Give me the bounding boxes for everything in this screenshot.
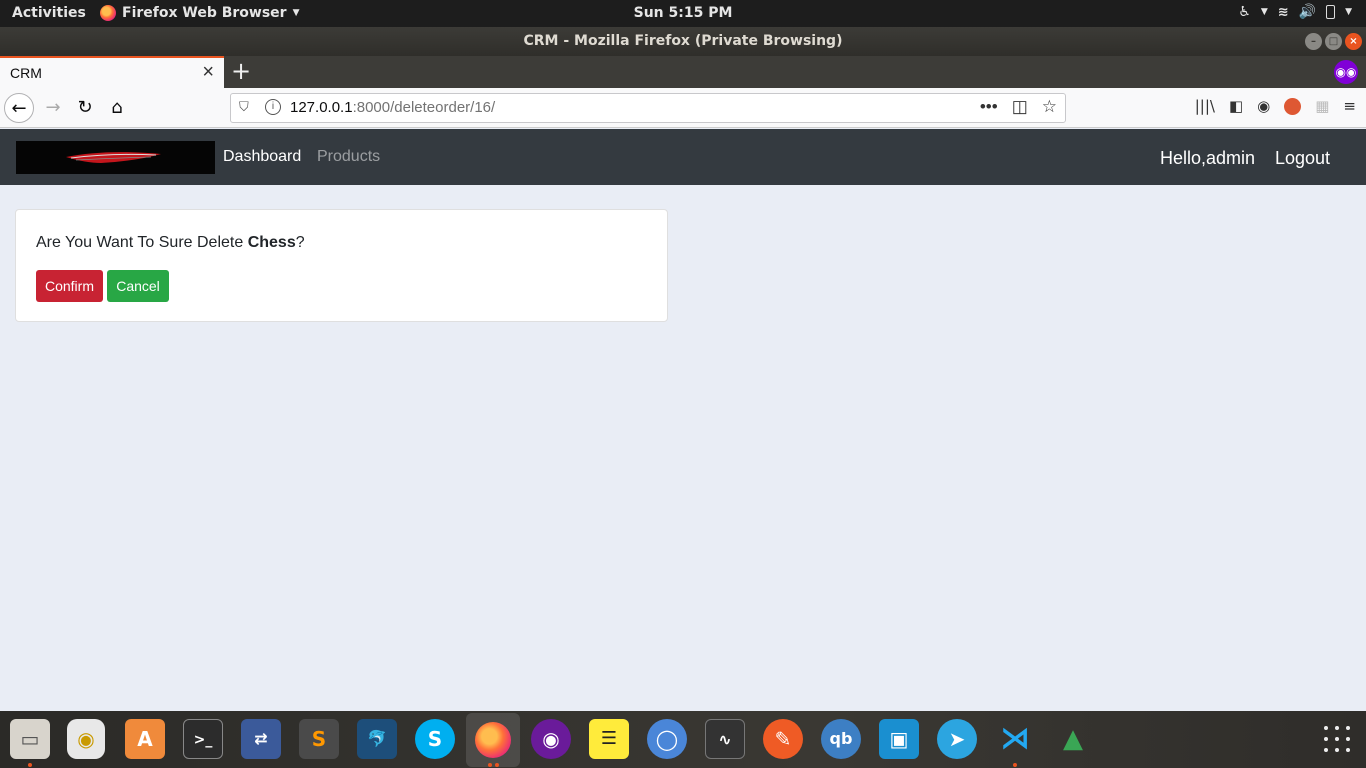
confirm-message: Are You Want To Sure Delete Chess? <box>36 234 305 252</box>
url-host: 127.0.0.1 <box>290 99 353 116</box>
system-tray[interactable]: ♿ ▼ ≋ 🔊 ▼ <box>1238 4 1352 20</box>
extension-icon[interactable]: ▦ <box>1315 97 1329 115</box>
system-top-bar: Activities Firefox Web Browser ▼ Sun 5:1… <box>0 0 1366 27</box>
close-window-button[interactable]: × <box>1345 33 1362 50</box>
logo-swoosh-icon <box>66 152 161 163</box>
window-title: CRM - Mozilla Firefox (Private Browsing) <box>523 33 843 49</box>
wifi-icon[interactable]: ≋ <box>1278 5 1289 20</box>
delete-confirm-card: Are You Want To Sure Delete Chess? Confi… <box>15 209 668 322</box>
terminal-icon[interactable]: >_ <box>183 719 223 759</box>
qbittorrent-icon[interactable]: qb <box>821 719 861 759</box>
system-monitor-icon[interactable]: ∿ <box>705 719 745 759</box>
app-navbar: Dashboard Products Hello,admin Logout <box>0 129 1366 185</box>
url-path: :8000/deleteorder/16/ <box>352 99 496 116</box>
accessibility-icon[interactable]: ♿ <box>1238 4 1251 20</box>
telegram-icon[interactable]: ➤ <box>937 719 977 759</box>
postman-icon[interactable]: ✎ <box>763 719 803 759</box>
confirm-message-prefix: Are You Want To Sure Delete <box>36 234 248 251</box>
mysql-workbench-icon[interactable]: 🐬 <box>357 719 397 759</box>
pocket-icon[interactable]: ◫ <box>1012 97 1028 117</box>
bookmark-star-icon[interactable]: ☆ <box>1042 97 1057 117</box>
running-indicator <box>488 763 492 767</box>
tab-strip: CRM × + ◉◉ <box>0 56 1366 88</box>
account-icon[interactable]: ◉ <box>1257 97 1270 115</box>
chevron-down-icon: ▼ <box>292 8 300 18</box>
network-icon[interactable]: ⇄ <box>241 719 281 759</box>
firefox-dock-item[interactable] <box>466 713 520 767</box>
clock[interactable]: Sun 5:15 PM <box>634 5 733 21</box>
rhythmbox-icon[interactable]: ◉ <box>67 719 105 759</box>
back-button[interactable]: ← <box>4 93 34 123</box>
page-actions-icon[interactable]: ••• <box>980 97 998 117</box>
forward-button[interactable]: → <box>38 93 68 123</box>
chromium-icon[interactable]: ◯ <box>647 719 687 759</box>
cancel-button[interactable]: Cancel <box>107 270 169 302</box>
private-browsing-icon: ◉◉ <box>1334 60 1358 84</box>
maximize-button[interactable]: □ <box>1325 33 1342 50</box>
nav-dashboard[interactable]: Dashboard <box>223 148 301 166</box>
remote-desktop-icon[interactable]: ▣ <box>879 719 919 759</box>
tracking-protection-icon[interactable]: ⛉ <box>239 99 249 115</box>
tab-title: CRM <box>10 65 42 81</box>
vscode-icon[interactable]: ⋊ <box>995 719 1035 759</box>
close-tab-icon[interactable]: × <box>202 61 214 84</box>
confirm-message-suffix: ? <box>295 234 305 251</box>
volume-icon[interactable]: 🔊 <box>1299 4 1316 20</box>
running-indicator <box>28 763 32 767</box>
user-greeting: Hello,admin <box>1159 148 1255 168</box>
skype-icon[interactable]: S <box>415 719 455 759</box>
window-title-bar: CRM - Mozilla Firefox (Private Browsing)… <box>0 27 1366 56</box>
show-applications-icon[interactable] <box>1324 726 1350 752</box>
firefox-icon <box>475 722 511 758</box>
software-center-icon[interactable]: A <box>125 719 165 759</box>
files-icon[interactable]: ▭ <box>10 719 50 759</box>
notes-icon[interactable]: ☰ <box>589 719 629 759</box>
new-tab-button[interactable]: + <box>229 57 253 85</box>
reload-button[interactable]: ↻ <box>70 93 100 123</box>
duckduckgo-icon[interactable] <box>1284 97 1302 115</box>
minimize-button[interactable]: – <box>1305 33 1322 50</box>
chevron-down-icon: ▼ <box>1345 7 1352 17</box>
battery-icon[interactable] <box>1326 5 1336 19</box>
chevron-down-icon: ▼ <box>1260 7 1268 17</box>
app-menu-label: Firefox Web Browser <box>122 5 287 21</box>
page-content: Dashboard Products Hello,admin Logout Ar… <box>0 129 1366 711</box>
brand-logo[interactable] <box>16 141 215 174</box>
home-button[interactable]: ⌂ <box>102 93 132 123</box>
tab-crm[interactable]: CRM × <box>0 56 224 88</box>
item-name: Chess <box>247 234 296 251</box>
app-menu[interactable]: Firefox Web Browser ▼ <box>100 5 300 21</box>
url-text[interactable]: 127.0.0.1:8000/deleteorder/16/ <box>290 99 495 116</box>
nav-products[interactable]: Products <box>317 148 380 166</box>
url-bar[interactable]: ⛉ i 127.0.0.1:8000/deleteorder/16/ ••• ◫… <box>230 93 1066 123</box>
confirm-button[interactable]: Confirm <box>36 270 103 302</box>
browser-toolbar: ← → ↻ ⌂ ⛉ i 127.0.0.1:8000/deleteorder/1… <box>0 88 1366 128</box>
rocket-icon[interactable]: ▲ <box>1053 719 1093 759</box>
running-indicator <box>495 763 499 767</box>
activities-button[interactable]: Activities <box>12 5 86 21</box>
logout-link[interactable]: Logout <box>1275 148 1330 169</box>
library-icon[interactable]: |||\ <box>1195 97 1215 115</box>
dock: ▭ ◉ A >_ ⇄ S 🐬 S ◉ ☰ ◯ ∿ ✎ qb ▣ ➤ ⋊ ▲ <box>0 711 1366 768</box>
running-indicator <box>1013 763 1017 767</box>
firefox-small-icon <box>100 5 116 21</box>
hamburger-menu-icon[interactable]: ≡ <box>1343 97 1356 115</box>
tor-browser-icon[interactable]: ◉ <box>531 719 571 759</box>
sidebar-icon[interactable]: ◧ <box>1229 97 1243 115</box>
sublime-text-icon[interactable]: S <box>299 719 339 759</box>
site-info-icon[interactable]: i <box>265 99 281 115</box>
